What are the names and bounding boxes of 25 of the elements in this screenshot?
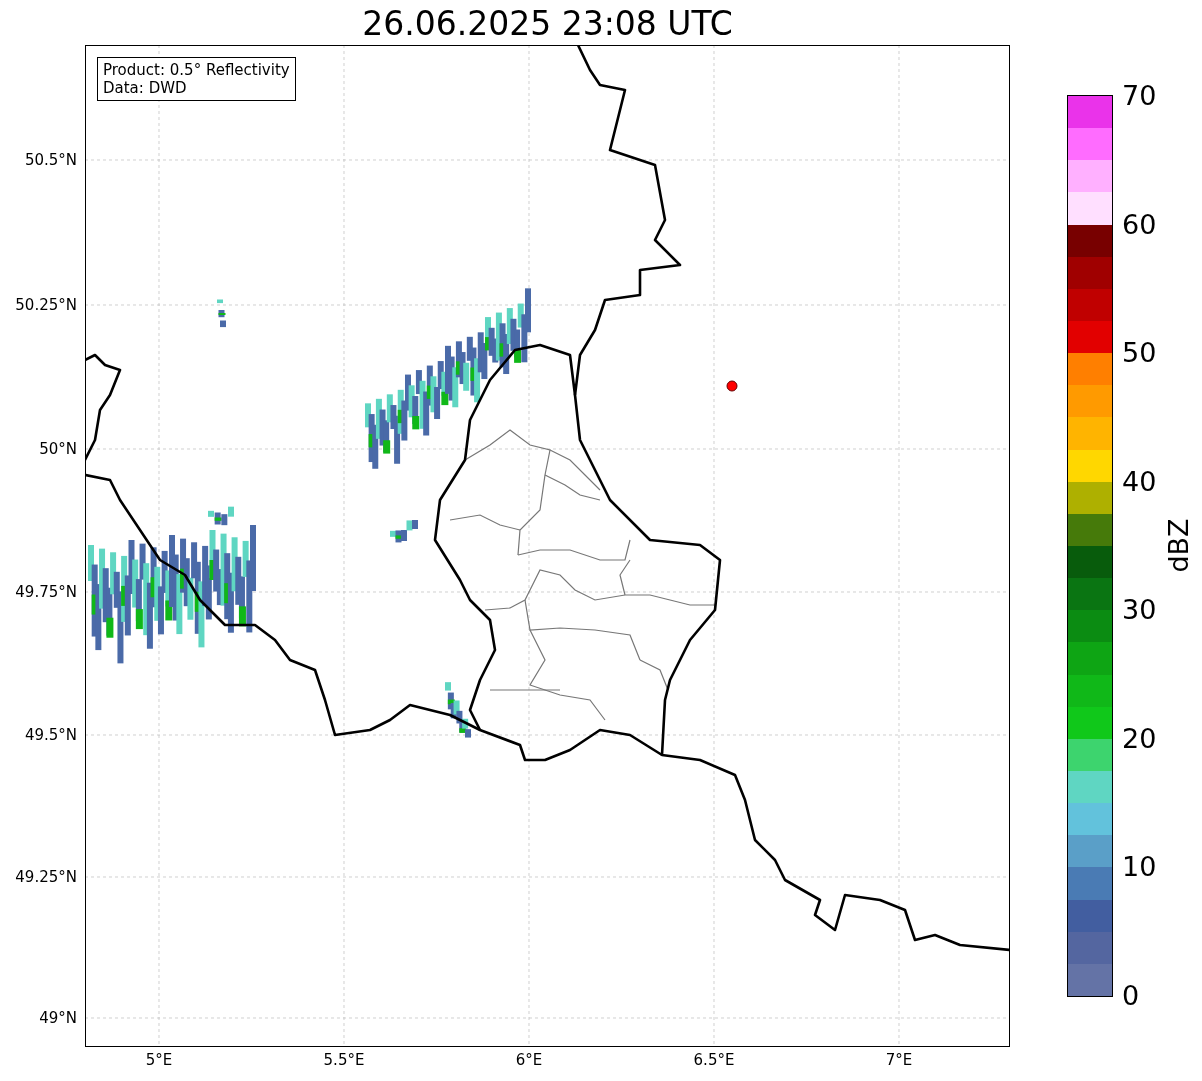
colorbar-label: dBZ [1162,518,1194,573]
colorbar-tick-label: 70 [1122,81,1157,111]
latitude-label: 49.25°N [15,868,77,886]
longitude-label: 6°E [515,1051,543,1069]
colorbar-tick-label: 60 [1122,209,1157,240]
location-marker-icon [726,380,738,392]
colorbar-tick-label: 0 [1122,981,1140,1011]
legend-text: Product: 0.5° Reflectivity [103,61,290,79]
legend-text: Data: DWD [103,79,188,97]
longitude-label: 6.5°E [693,1051,735,1069]
colorbar-tick-label: 50 [1122,338,1157,369]
chart-title: 26.06.2025 23:08 UTC [362,3,733,45]
latitude-label: 50°N [39,440,77,458]
latitude-label: 49.5°N [24,726,77,744]
latitude-label: 49.75°N [15,583,77,601]
longitude-label: 5.5°E [323,1051,365,1069]
colorbar-tick-label: 30 [1122,595,1157,626]
colorbar-tick-label: 20 [1122,723,1157,754]
latitude-label: 49°N [39,1009,77,1027]
latitude-label: 50.5°N [24,151,77,169]
colorbar-tick-label: 40 [1122,466,1157,497]
longitude-label: 5°E [145,1051,173,1069]
colorbar-tick-label: 10 [1122,852,1157,883]
latitude-label: 50.25°N [15,296,77,314]
longitude-label: 7°E [885,1051,913,1069]
